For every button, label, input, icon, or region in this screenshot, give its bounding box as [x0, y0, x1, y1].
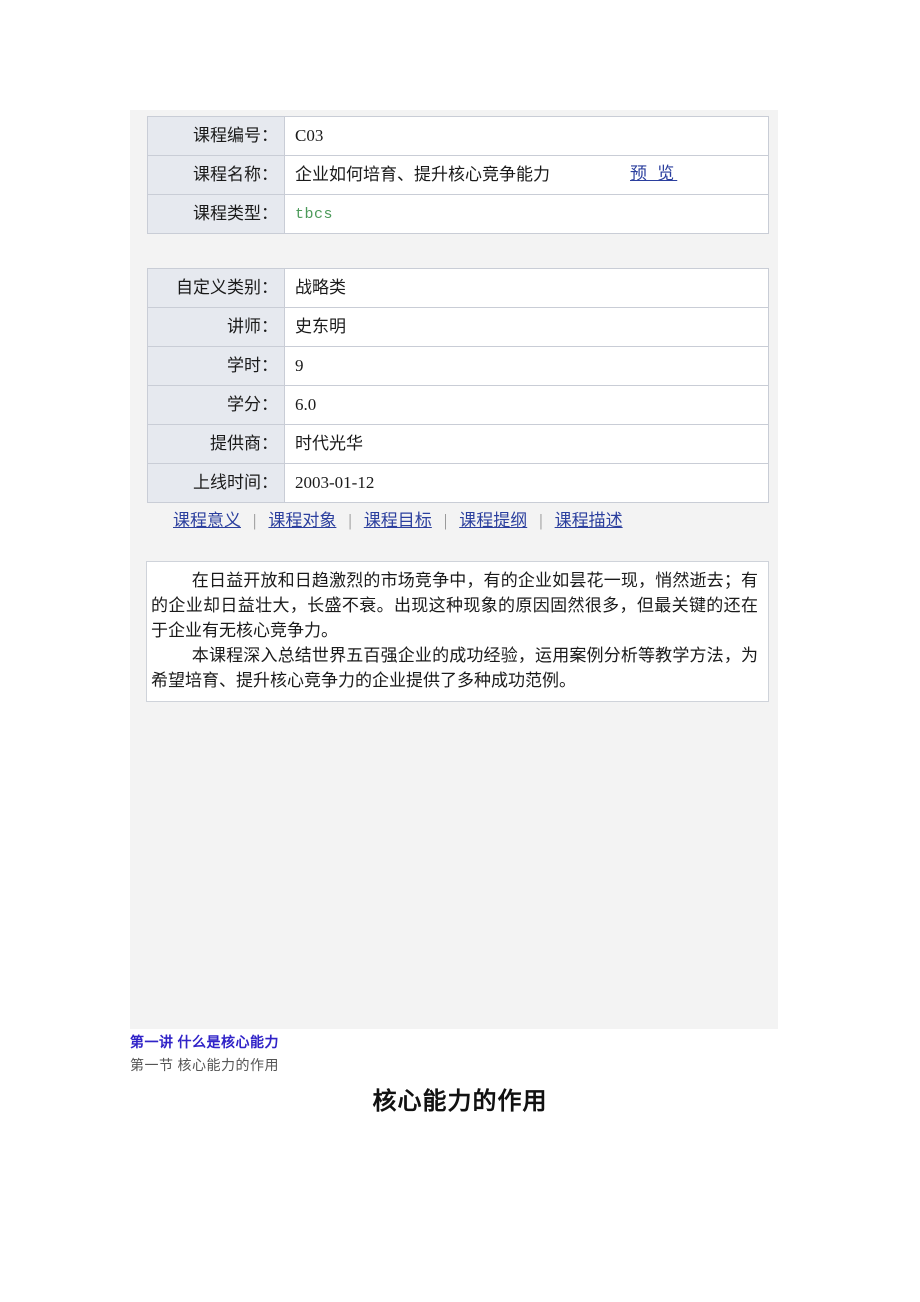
tab-course-significance[interactable]: 课程意义 [173, 511, 241, 530]
table-row: 学时： 9 [148, 346, 768, 386]
tab-separator: | [253, 511, 257, 530]
provider-value: 时代光华 [284, 424, 768, 464]
course-name-value-cell: 企业如何培育、提升核心竞争能力 预 览 [284, 155, 768, 195]
table-row: 学分： 6.0 [148, 385, 768, 425]
table-row: 提供商： 时代光华 [148, 424, 768, 464]
credits-value: 6.0 [284, 385, 768, 425]
course-type-label: 课程类型： [148, 194, 285, 234]
course-type-value-cell: tbcs [284, 194, 768, 234]
instructor-label: 讲师： [148, 307, 285, 347]
tab-course-objective[interactable]: 课程目标 [364, 511, 432, 530]
course-identity-card: 课程编号： C03 课程名称： 企业如何培育、提升核心竞争能力 预 览 课程类型… [147, 116, 769, 234]
tab-separator: | [348, 511, 352, 530]
course-type-value: tbcs [295, 206, 334, 223]
course-name-label: 课程名称： [148, 155, 285, 195]
tab-course-audience[interactable]: 课程对象 [268, 511, 336, 530]
outline-chapter-heading: 第一讲 什么是核心能力 [130, 1036, 279, 1051]
course-meta-table: 自定义类别： 战略类 讲师： 史东明 学时： 9 学分： 6.0 提供商： 时代… [148, 269, 768, 503]
course-name-value: 企业如何培育、提升核心竞争能力 [295, 165, 550, 184]
tab-separator: | [443, 511, 448, 530]
description-paragraph-2: 本课程深入总结世界五百强企业的成功经验，运用案例分析等教学方法，为希望培育、提升… [151, 646, 758, 690]
course-meta-card: 自定义类别： 战略类 讲师： 史东明 学时： 9 学分： 6.0 提供商： 时代… [147, 268, 769, 503]
tab-separator: | [539, 511, 543, 530]
custom-category-value: 战略类 [284, 269, 768, 308]
provider-label: 提供商： [148, 424, 285, 464]
table-row: 课程类型： tbcs [148, 194, 768, 234]
course-code-label: 课程编号： [148, 117, 285, 156]
course-section-tabs: 课程意义 | 课程对象 | 课程目标 | 课程提纲 | 课程描述 [147, 509, 773, 538]
course-info-panel: 课程编号： C03 课程名称： 企业如何培育、提升核心竞争能力 预 览 课程类型… [130, 110, 778, 1029]
table-row: 课程编号： C03 [148, 117, 768, 156]
online-date-label: 上线时间： [148, 463, 285, 503]
table-row: 讲师： 史东明 [148, 307, 768, 347]
hours-value: 9 [284, 346, 768, 386]
course-description-box: 在日益开放和日趋激烈的市场竞争中，有的企业如昙花一现，悄然逝去；有的企业却日益壮… [146, 561, 769, 702]
tab-course-outline[interactable]: 课程提纲 [459, 511, 527, 530]
tab-course-description[interactable]: 课程描述 [555, 511, 623, 530]
table-row: 课程名称： 企业如何培育、提升核心竞争能力 预 览 [148, 155, 768, 195]
course-identity-table: 课程编号： C03 课程名称： 企业如何培育、提升核心竞争能力 预 览 课程类型… [148, 117, 768, 234]
description-paragraph-1: 在日益开放和日趋激烈的市场竞争中，有的企业如昙花一现，悄然逝去；有的企业却日益壮… [151, 571, 758, 640]
outline-section-heading: 第一节 核心能力的作用 [130, 1059, 279, 1074]
preview-link[interactable]: 预 览 [630, 164, 677, 184]
custom-category-label: 自定义类别： [148, 269, 285, 308]
instructor-value: 史东明 [284, 307, 768, 347]
credits-label: 学分： [148, 385, 285, 425]
page-title: 核心能力的作用 [372, 1087, 548, 1115]
table-row: 上线时间： 2003-01-12 [148, 463, 768, 503]
hours-label: 学时： [148, 346, 285, 386]
online-date-value: 2003-01-12 [284, 463, 768, 503]
course-code-value: C03 [284, 117, 768, 156]
table-row: 自定义类别： 战略类 [148, 269, 768, 308]
